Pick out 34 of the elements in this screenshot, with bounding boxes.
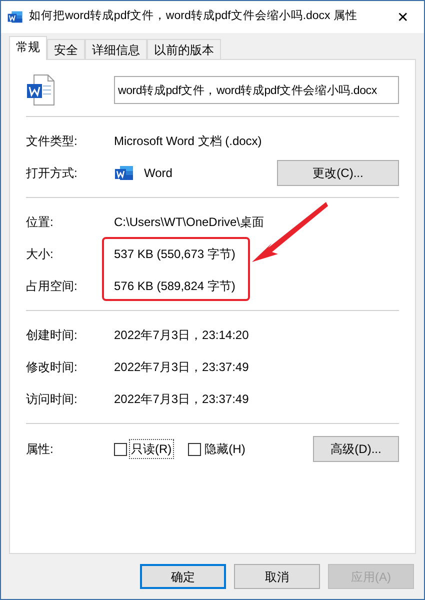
field-value: Word [144,165,172,182]
checkbox-label[interactable]: 只读(R) [129,439,174,459]
file-name-field[interactable]: word转成pdf文件，word转成pdf文件会缩小吗.docx [114,76,399,104]
field-label: 属性: [26,441,54,458]
dialog-button[interactable]: 确定 [140,564,226,589]
checkbox[interactable] [114,442,127,456]
checkbox-label[interactable]: 隐藏(H) [202,439,248,459]
window-title: 如何把word转成pdf文件，word转成pdf文件会缩小吗.docx 属性 [29,8,359,24]
close-button[interactable]: ✕ [388,6,418,28]
field-value: 537 KB (550,673 字节) [114,246,236,263]
field-value: 2022年7月3日，23:37:49 [114,391,249,408]
field-value: C:\Users\WT\OneDrive\桌面 [114,214,264,231]
field-value: 2022年7月3日，23:37:49 [114,359,249,376]
field-label: 访问时间: [26,391,78,408]
field-label: 创建时间: [26,327,78,344]
field-label: 占用空间: [26,278,78,295]
tab[interactable]: 常规 [9,36,47,60]
field-label: 修改时间: [26,359,78,376]
field-value: Microsoft Word 文档 (.docx) [114,133,262,150]
tab[interactable]: 以前的版本 [147,39,221,59]
checkbox[interactable] [188,442,201,456]
advanced-button[interactable]: 高级(D)... [313,436,399,462]
dialog-button[interactable]: 取消 [234,564,320,589]
field-label: 打开方式: [26,165,78,182]
field-label: 文件类型: [26,133,78,150]
field-value: 576 KB (589,824 字节) [114,278,236,295]
change-button[interactable]: 更改(C)... [277,160,399,186]
tab[interactable]: 详细信息 [85,39,147,59]
field-label: 位置: [26,214,54,231]
word-icon [7,9,23,25]
document-icon [26,74,56,106]
field-label: 大小: [26,246,54,263]
tab[interactable]: 安全 [47,39,85,59]
field-value: 2022年7月3日，23:14:20 [114,327,249,344]
